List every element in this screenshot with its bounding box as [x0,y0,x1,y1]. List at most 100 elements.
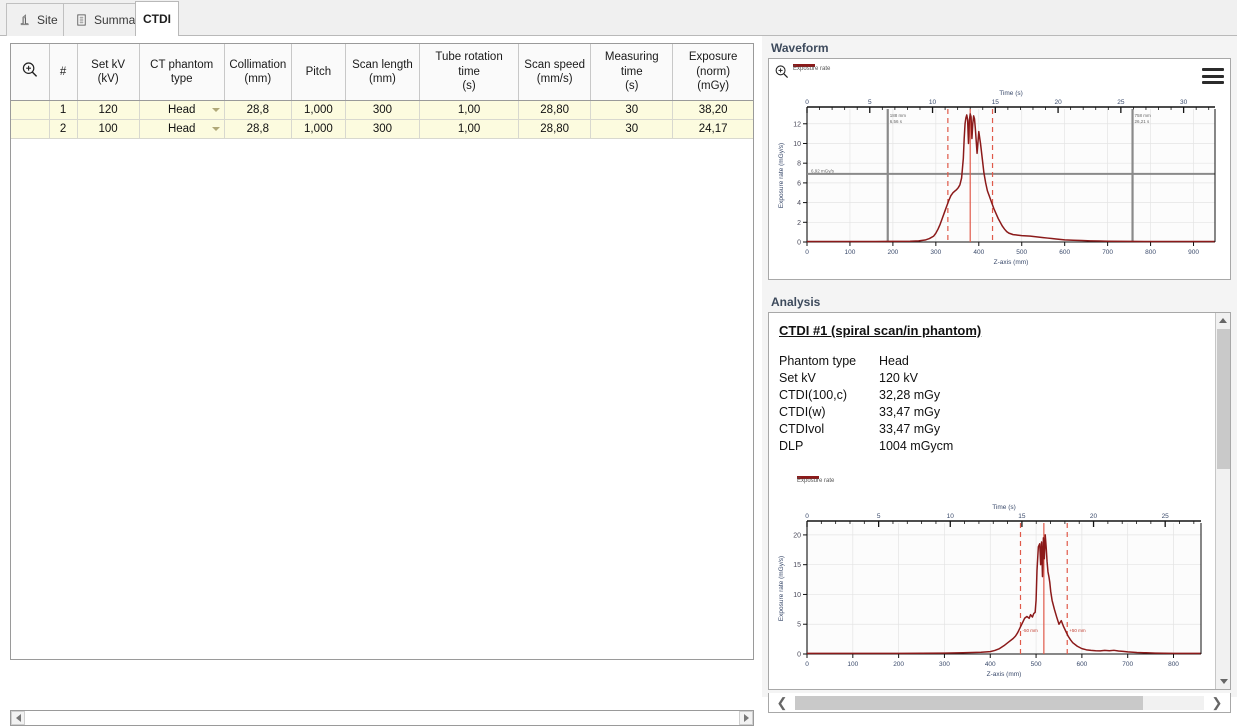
tab-ctdi-label: CTDI [143,12,171,26]
cell-measuring-time[interactable]: 30 [590,119,674,139]
svg-text:15: 15 [1018,513,1026,520]
tab-site[interactable]: Site [6,3,65,36]
cell-number[interactable]: 1 [49,100,78,120]
col-header-exposure-l3: (mGy) [697,80,730,93]
analysis-key: DLP [779,439,804,453]
cell-scan-speed[interactable]: 28,80 [518,119,592,139]
col-header-scan-speed[interactable]: Scan speed (mm/s) [518,44,592,101]
analysis-value: 120 kV [879,371,918,385]
analysis-value: Head [879,354,909,368]
analysis-plot[interactable]: 0 5 10 15 20 25Time (s)0 100 200 300 400 500 600 700… [769,499,1215,689]
analysis-panel[interactable]: CTDI #1 (spiral scan/in phantom) Phantom… [768,312,1231,690]
table-horizontal-scrollbar[interactable] [10,710,754,726]
row-selector[interactable] [11,100,50,120]
tab-ctdi[interactable]: CTDI [135,1,179,36]
cell-number[interactable]: 2 [49,119,78,139]
scroll-track[interactable] [25,711,739,725]
col-header-number[interactable]: # [49,44,78,101]
magnifier-plus-icon[interactable] [774,64,790,80]
list-item: CTDIvol 33,47 mGy [779,421,953,438]
cell-set-kv[interactable]: 100 [77,119,140,139]
svg-text:6: 6 [797,180,801,187]
hamburger-menu-icon[interactable] [1202,68,1224,84]
scroll-down-button[interactable] [1216,674,1230,689]
col-header-rotation-l2: time [458,65,480,78]
col-header-collimation-l1: Collimation [229,58,287,71]
col-header-set-kv[interactable]: Set kV (kV) [77,44,140,101]
col-header-measuring-time[interactable]: Measuring time (s) [590,44,674,101]
analysis-legend: Exposure rate [797,475,834,484]
document-icon [77,14,86,26]
cell-pitch[interactable]: 1,000 [291,119,346,139]
svg-text:300: 300 [930,249,941,256]
analysis-value: 33,47 mGy [879,405,941,419]
col-header-measuring-l2: (s) [625,80,639,93]
col-header-set-kv-l1: Set kV [91,58,126,71]
scrollbar-thumb[interactable] [795,695,1143,710]
cell-phantom-type[interactable]: Head [139,119,225,139]
svg-text:30: 30 [1180,99,1188,106]
cell-rotation-time[interactable]: 1,00 [419,100,520,120]
svg-text:Z-axis (mm): Z-axis (mm) [994,259,1029,266]
waveform-plot[interactable]: 0 5 10 15 20 25 30Time (s)0 100 200 300 400 500 600 7… [769,87,1230,277]
site-icon [20,14,29,26]
analysis-vertical-scrollbar[interactable] [1215,313,1230,689]
chevron-down-icon[interactable] [211,108,220,112]
svg-text:400: 400 [985,661,996,668]
analysis-heading: CTDI #1 (spiral scan/in phantom) [779,323,982,338]
cell-rotation-time[interactable]: 1,00 [419,119,520,139]
cell-scan-length[interactable]: 300 [345,100,421,120]
svg-text:Time (s): Time (s) [992,504,1016,511]
svg-text:900: 900 [1188,249,1199,256]
table-row[interactable]: 2 100 Head 28,8 1,000 300 1,00 28,80 30 … [11,119,753,139]
col-header-collimation[interactable]: Collimation (mm) [224,44,292,101]
scrollbar-thumb[interactable] [1217,329,1230,469]
col-header-tube-rotation-time[interactable]: Tube rotation time (s) [419,44,520,101]
cell-collimation[interactable]: 28,8 [224,119,292,139]
list-item: DLP 1004 mGycm [779,438,953,455]
triangle-left-icon [15,714,21,722]
col-header-exposure-norm[interactable]: Exposure (norm) (mGy) [672,44,753,101]
analysis-horizontal-scrollbar[interactable]: ❮ ❯ [768,693,1231,713]
list-item: CTDI(100,c) 32,28 mGy [779,387,953,404]
table-zoom-header[interactable] [11,44,50,101]
cell-exposure[interactable]: 24,17 [672,119,753,139]
cell-pitch[interactable]: 1,000 [291,100,346,120]
table-row[interactable]: 1 120 Head 28,8 1,000 300 1,00 28,80 30 … [11,100,753,120]
cell-measuring-time[interactable]: 30 [590,100,674,120]
scroll-right-button[interactable] [739,711,753,725]
cell-scan-speed[interactable]: 28,80 [518,100,592,120]
svg-text:20: 20 [1090,513,1098,520]
col-header-rotation-l3: (s) [462,80,476,93]
row-selector[interactable] [11,119,50,139]
col-header-ct-phantom-type[interactable]: CT phantom type [139,44,225,101]
analysis-value: 32,28 mGy [879,388,941,402]
magnifier-plus-icon[interactable] [21,61,39,79]
svg-text:600: 600 [1076,661,1087,668]
cell-collimation[interactable]: 28,8 [224,100,292,120]
scroll-up-button[interactable] [1216,313,1230,328]
cell-phantom-type[interactable]: Head [139,100,225,120]
chevron-down-icon[interactable] [211,127,220,131]
svg-text:4: 4 [797,200,801,207]
analysis-key: CTDIvol [779,422,825,436]
svg-text:300: 300 [939,661,950,668]
svg-text:20: 20 [793,532,801,539]
cell-set-kv[interactable]: 120 [77,100,140,120]
cell-scan-length[interactable]: 300 [345,119,421,139]
svg-text:5: 5 [797,622,801,629]
analysis-key: Phantom type [779,354,857,368]
svg-text:10: 10 [793,592,801,599]
svg-text:0: 0 [797,240,801,247]
list-item: CTDI(w) 33,47 mGy [779,404,953,421]
scroll-track[interactable] [795,695,1204,710]
svg-text:100: 100 [847,661,858,668]
col-header-pitch[interactable]: Pitch [291,44,346,101]
scroll-left-button[interactable] [11,711,25,725]
waveform-chart-panel[interactable]: Exposure rate 0 5 10 15 20 25 30 Time (s) 0 100 20… [768,58,1231,280]
cell-exposure[interactable]: 38,20 [672,100,753,120]
svg-text:20: 20 [1054,99,1062,106]
svg-text:8: 8 [797,161,801,168]
svg-text:200: 200 [893,661,904,668]
col-header-scan-length[interactable]: Scan length (mm) [345,44,421,101]
